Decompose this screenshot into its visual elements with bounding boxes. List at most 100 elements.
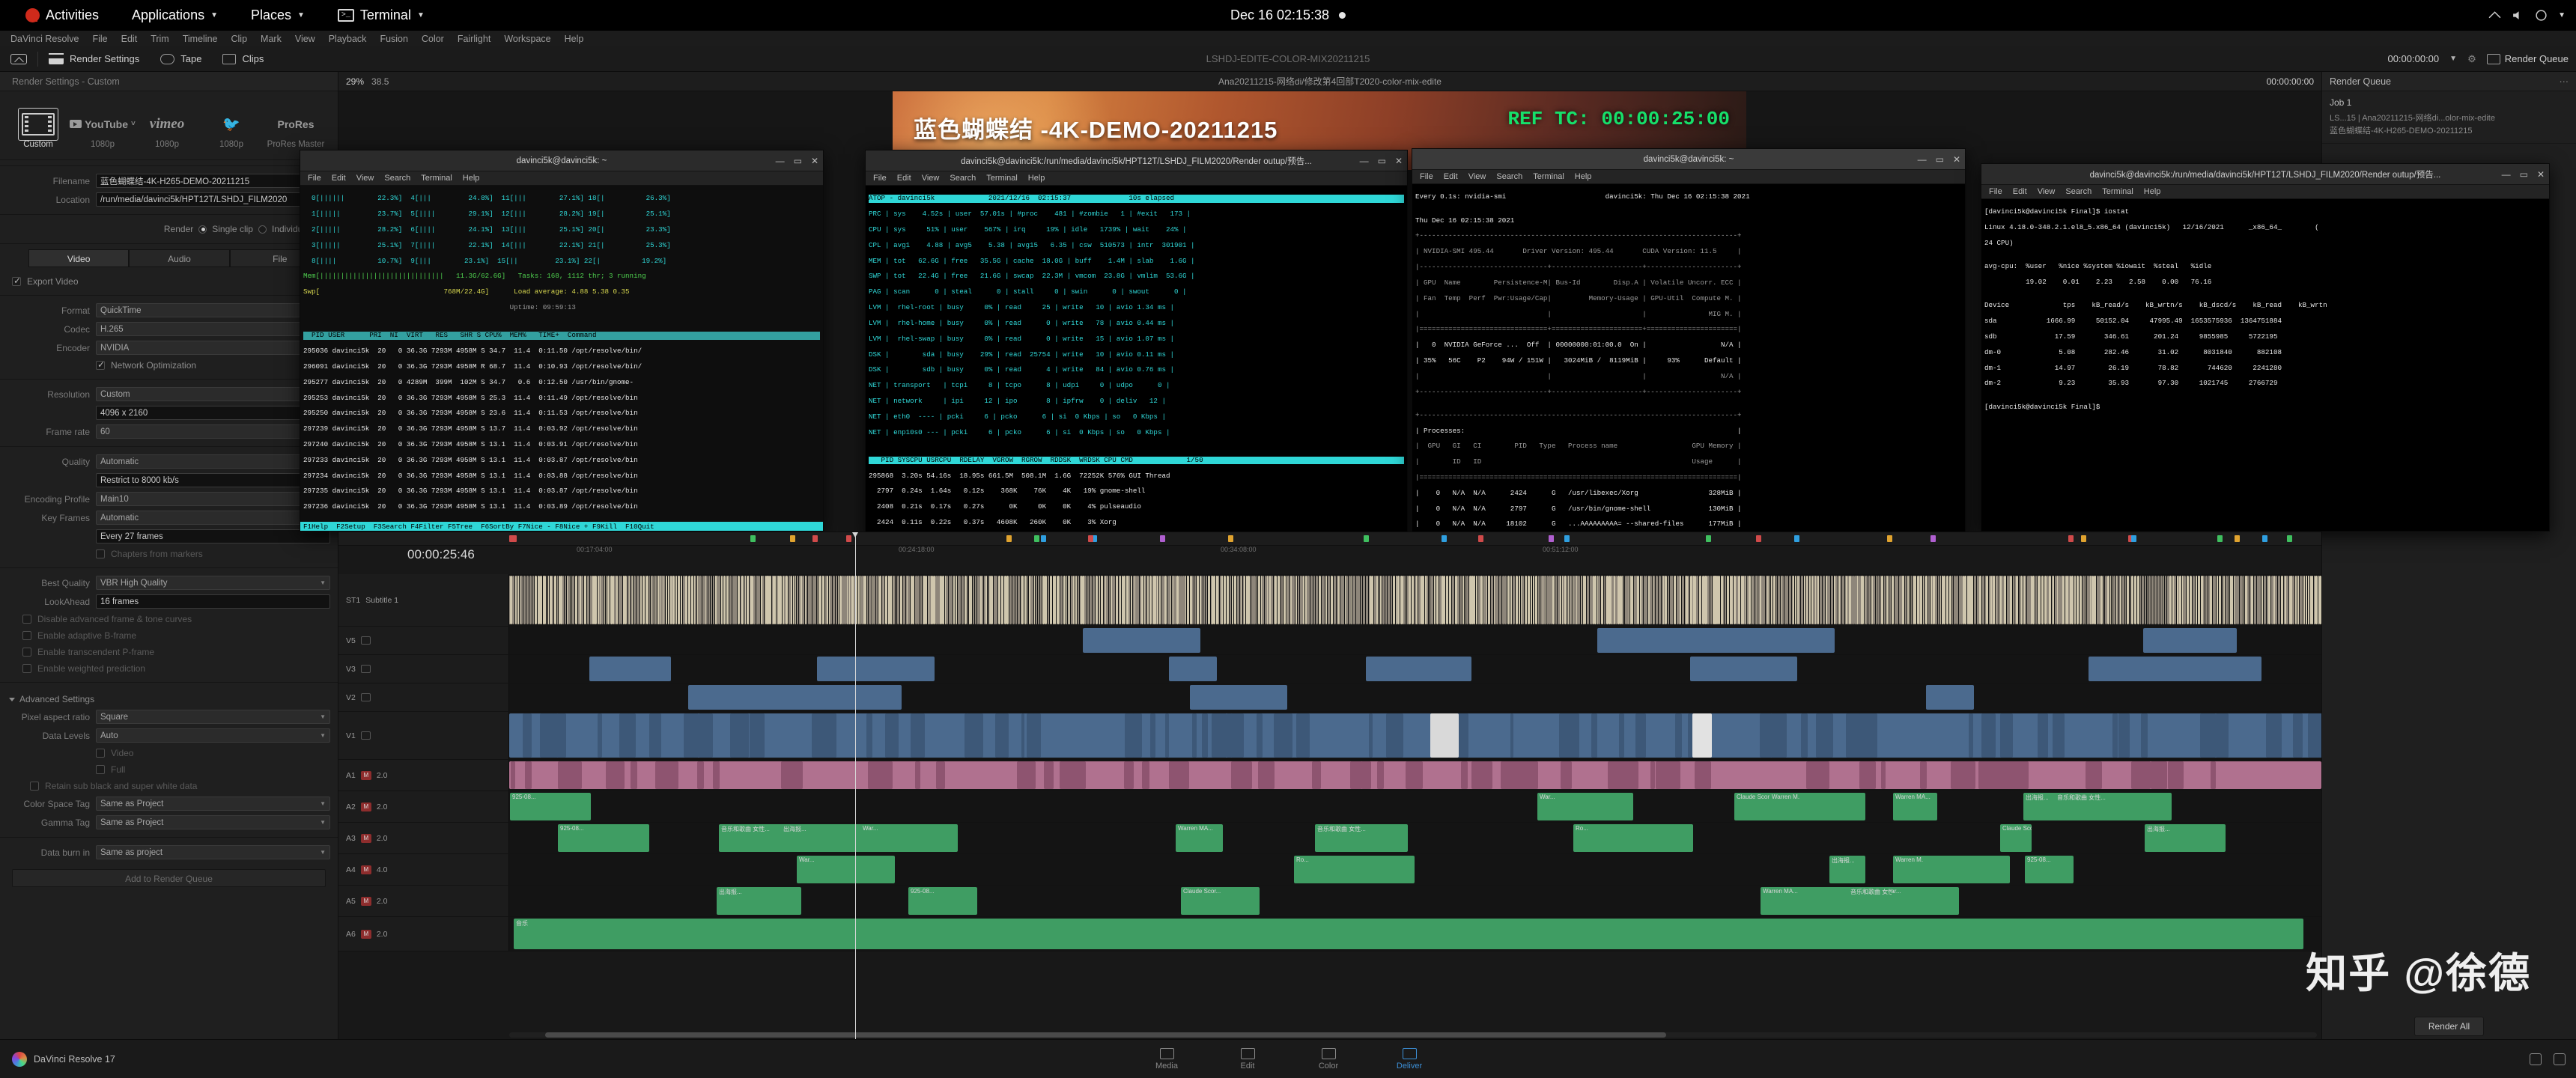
framerate-select[interactable]: 60▼ [96, 424, 330, 439]
iostat-titlebar[interactable]: davinci5k@davinci5k:/run/media/davinci5k… [1981, 164, 2549, 185]
window-nvidia-smi[interactable]: davinci5k@davinci5k: ~ — ▭ ✕ File Edit V… [1412, 148, 1966, 540]
preferences-icon[interactable] [2554, 1053, 2566, 1065]
chevron-down-icon[interactable]: ▼ [2558, 11, 2566, 19]
frame-reordering-checkbox[interactable] [96, 549, 105, 558]
timeline-marker[interactable] [2287, 535, 2292, 542]
quality-select[interactable]: Automatic▼ [96, 454, 330, 469]
timeline-marker[interactable] [1887, 535, 1892, 542]
track-enable-icon[interactable] [360, 693, 371, 701]
timeline-marker[interactable] [2235, 535, 2240, 542]
more-options-icon[interactable]: ⋯ [2560, 76, 2569, 87]
timeline-marker[interactable] [1564, 535, 1570, 542]
render-settings-button[interactable]: Render Settings [38, 46, 150, 72]
location-input[interactable]: /run/media/davinci5k/HPT12T/LSHDJ_FILM20… [96, 192, 330, 207]
native-quality-select[interactable]: VBR High Quality ▼ [96, 576, 330, 590]
track-enable-icon[interactable] [360, 731, 371, 740]
network-optimization-row[interactable]: Network Optimization [0, 357, 338, 374]
htop-menu-help[interactable]: Help [463, 174, 480, 183]
timeline-marker[interactable] [1364, 535, 1369, 542]
adv-row-2[interactable]: Enable adaptive B-frame [0, 627, 338, 644]
export-video-checkbox[interactable] [12, 275, 21, 286]
menu-color[interactable]: Color [415, 34, 451, 44]
track-header[interactable]: A1 M 2.0 [338, 760, 509, 791]
nvidia-menu-edit[interactable]: Edit [1444, 172, 1458, 181]
keyframes-every-input[interactable]: Every 27 frames [96, 529, 330, 543]
resolution-values-input[interactable]: 4096 x 2160 [96, 406, 330, 420]
timeline-track[interactable]: A4M4.0出海报...Warren M.War...Warren MA...R… [338, 854, 2321, 886]
iostat-menu-view[interactable]: View [2038, 187, 2056, 196]
video-levels-row[interactable]: Video [0, 745, 338, 761]
page-media[interactable]: Media [1139, 1047, 1194, 1071]
network-optimization-checkbox[interactable] [96, 359, 105, 370]
maximize-icon[interactable]: ▭ [1378, 156, 1386, 166]
menu-view[interactable]: View [288, 34, 322, 44]
timeline-marker[interactable] [1088, 535, 1093, 542]
mute-icon[interactable]: M [360, 929, 371, 939]
timeline-track[interactable]: A1 M 2.0 [338, 760, 2321, 791]
timeline-marker[interactable] [1478, 535, 1483, 542]
timeline-marker[interactable] [2217, 535, 2223, 542]
encoder-select[interactable]: NVIDIA▼ [96, 341, 330, 355]
timeline-marker[interactable] [1706, 535, 1711, 542]
retain-subblack-checkbox[interactable] [30, 782, 39, 791]
timeline-marker[interactable] [2081, 535, 2086, 542]
retain-subblack-row[interactable]: Retain sub black and super white data [0, 778, 338, 794]
timeline-marker[interactable] [1034, 535, 1039, 542]
full-levels-row[interactable]: Full [0, 761, 338, 778]
timeline-track[interactable]: V5 [338, 627, 2321, 655]
render-job-item[interactable]: Job 1 LS...15 | Ana20211215-网络di...olor-… [2322, 91, 2576, 144]
window-iostat[interactable]: davinci5k@davinci5k:/run/media/davinci5k… [1981, 163, 2550, 532]
menu-clip[interactable]: Clip [225, 34, 255, 44]
atop-titlebar[interactable]: davinci5k@davinci5k:/run/media/davinci5k… [866, 150, 1407, 171]
power-icon[interactable] [2535, 9, 2548, 22]
htop-menu-file[interactable]: File [308, 174, 321, 183]
codec-select[interactable]: H.265▼ [96, 322, 330, 336]
track-header[interactable]: V2 [338, 683, 509, 711]
settings-gear-icon[interactable]: ⚙ [2467, 53, 2476, 65]
render-queue-toggle[interactable]: Render Queue [2486, 53, 2569, 64]
mute-icon[interactable]: M [360, 833, 371, 843]
maximize-icon[interactable]: ▭ [2520, 169, 2528, 180]
timeline-track[interactable]: A6 M 2.0 音乐 [338, 917, 2321, 951]
atop-menu-view[interactable]: View [922, 174, 940, 183]
filename-input[interactable]: 蓝色蝴蝶结-4K-H265-DEMO-20211215 [96, 174, 330, 188]
full-levels-checkbox[interactable] [96, 765, 105, 774]
track-content[interactable]: 音乐 [509, 917, 2321, 951]
resolution-select[interactable]: Custom▼ [96, 387, 330, 401]
timeline-marker[interactable] [1931, 535, 1936, 542]
playhead[interactable] [852, 532, 858, 1039]
menu-timeline[interactable]: Timeline [176, 34, 225, 44]
render-all-button[interactable]: Render All [2414, 1017, 2485, 1036]
page-deliver[interactable]: Deliver [1382, 1047, 1437, 1071]
nvidia-menu-view[interactable]: View [1468, 172, 1486, 181]
track-header[interactable]: V3 [338, 655, 509, 683]
atop-menu-edit[interactable]: Edit [897, 174, 911, 183]
atop-menu-file[interactable]: File [873, 174, 887, 183]
mute-icon[interactable]: M [360, 802, 371, 811]
mute-icon[interactable]: M [360, 865, 371, 874]
track-content[interactable] [509, 760, 2321, 791]
track-content[interactable] [509, 683, 2321, 711]
chevron-down-icon[interactable]: ▼ [2449, 55, 2457, 63]
encoding-profile-select[interactable]: Main10▼ [96, 492, 330, 506]
window-htop[interactable]: davinci5k@davinci5k: ~ — ▭ ✕ File Edit V… [300, 150, 824, 532]
data-burn-in-select[interactable]: Same as project ▼ [96, 845, 330, 859]
htop-menu-terminal[interactable]: Terminal [421, 174, 452, 183]
timeline-marker[interactable] [1549, 535, 1554, 542]
lookahead-input[interactable]: 16 frames [96, 594, 330, 609]
tape-button[interactable]: Tape [150, 46, 212, 72]
adv-row-3[interactable]: Enable transcendent P-frame [0, 644, 338, 660]
adv-checkbox-4[interactable] [22, 664, 31, 673]
timeline-marker[interactable] [1041, 535, 1046, 542]
maximize-icon[interactable]: ▭ [794, 156, 802, 166]
gamma-tag-select[interactable]: Same as Project ▼ [96, 815, 330, 829]
nvidia-menu-help[interactable]: Help [1575, 172, 1592, 181]
minimize-icon[interactable]: — [1918, 154, 1927, 165]
nvidia-menu-terminal[interactable]: Terminal [1533, 172, 1564, 181]
viewer-zoom-level[interactable]: 29% [338, 76, 371, 87]
nvidia-menu-file[interactable]: File [1420, 172, 1433, 181]
data-levels-select[interactable]: Auto ▼ [96, 728, 330, 743]
track-header[interactable]: A5 M 2.0 [338, 886, 509, 916]
timeline-track[interactable]: V2 [338, 683, 2321, 712]
track-enable-icon[interactable] [360, 636, 371, 645]
